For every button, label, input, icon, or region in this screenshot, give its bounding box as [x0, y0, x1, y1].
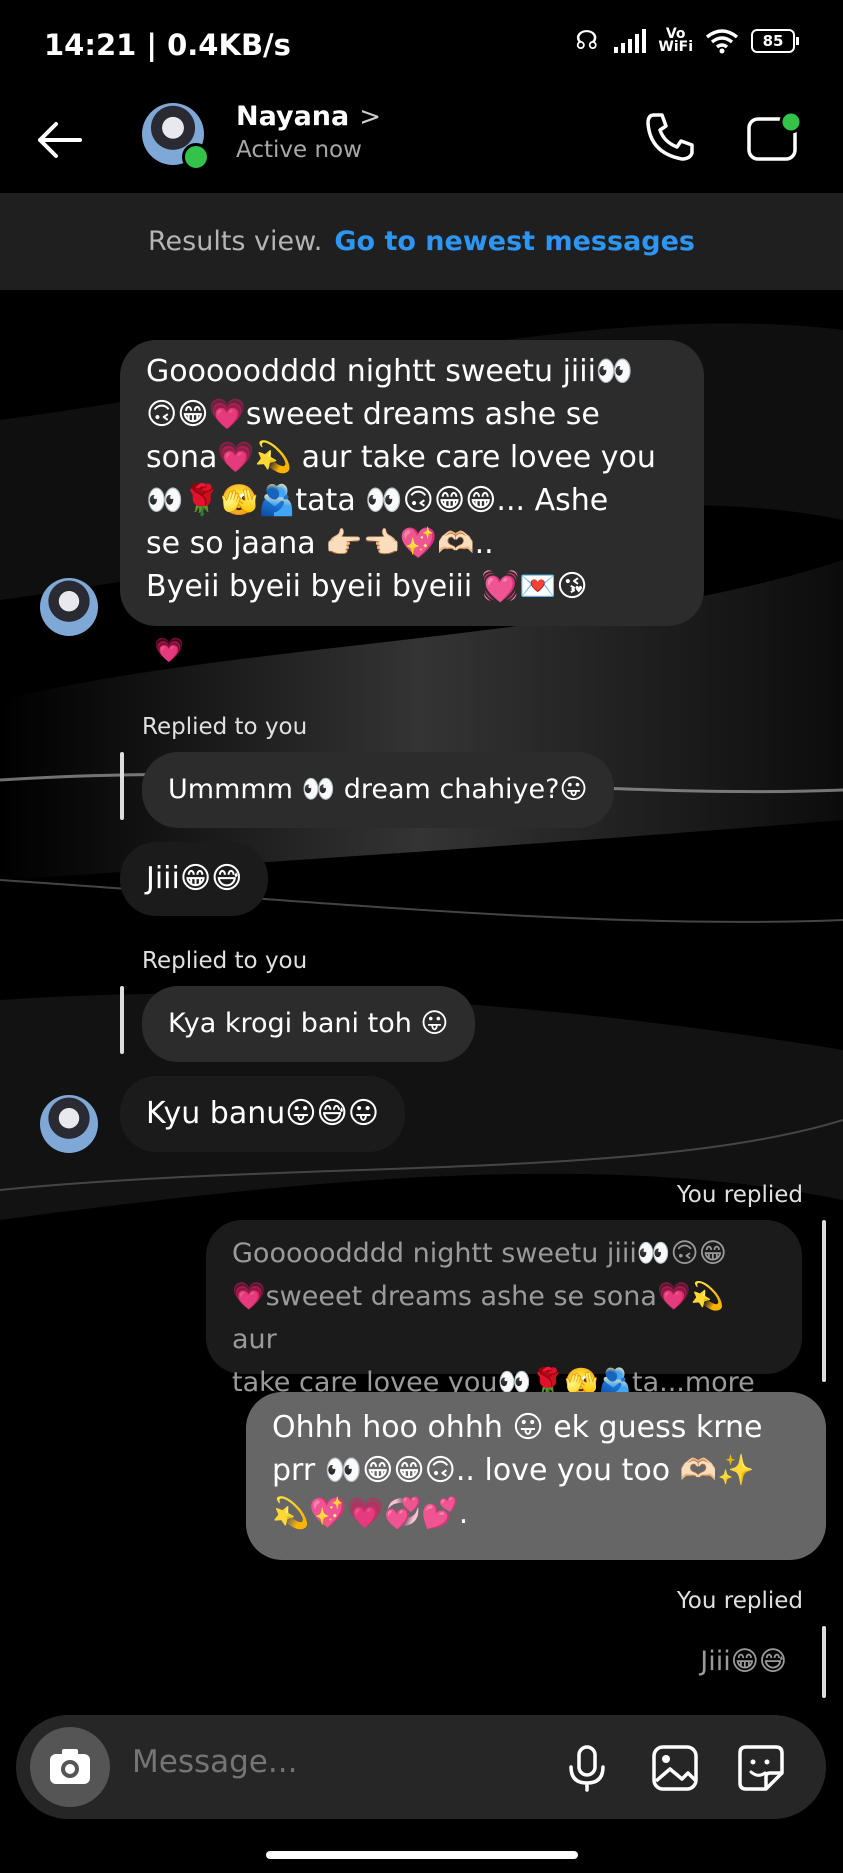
- message-input[interactable]: [130, 1743, 434, 1781]
- sender-avatar[interactable]: [40, 1095, 98, 1153]
- you-replied-label: You replied: [676, 1182, 803, 1208]
- gallery-icon[interactable]: [650, 1743, 700, 1793]
- quoted-message[interactable]: Ummmm 👀 dream chahiye?😛: [142, 752, 614, 828]
- back-arrow-icon[interactable]: [34, 115, 84, 165]
- you-replied-label: You replied: [676, 1588, 803, 1614]
- message-line: sona💗💫 aur take care lovee you: [146, 440, 656, 475]
- message-line: Byeii byeii byeii byeiii 💓💌😘: [146, 569, 588, 604]
- reply-label: Replied to you: [142, 714, 308, 740]
- headphones-icon: ☊: [575, 26, 599, 56]
- vowifi-indicator: Vo WiFi: [658, 26, 693, 55]
- message-composer: [16, 1715, 826, 1819]
- sticker-icon[interactable]: [736, 1743, 786, 1793]
- message-bubble-received[interactable]: Kyu banu😛😅😛: [120, 1076, 406, 1152]
- reply-label: Replied to you: [142, 948, 308, 974]
- camera-button[interactable]: [30, 1727, 110, 1807]
- results-view-text: Results view.: [147, 226, 323, 257]
- reply-bar: [120, 986, 124, 1054]
- chat-header: Nayana > Active now: [0, 95, 843, 193]
- signal-icon: [614, 29, 647, 53]
- message-bubble-sent[interactable]: Ohhh hoo ohhh 😛 ek guess krne prr 👀😁😁🙃..…: [246, 1392, 826, 1560]
- quoted-line: Gooooodddd nightt sweetu jiii👀🙃😁: [232, 1238, 727, 1269]
- status-icons: ☊ Vo WiFi 85: [575, 26, 799, 56]
- message-line: 👀🌹🫣🫂tata 👀🙃😁😁... Ashe: [146, 483, 609, 518]
- chevron-right-icon: >: [359, 101, 382, 132]
- video-call-icon[interactable]: [745, 109, 805, 165]
- message-line: 🙃😁💗sweeet dreams ashe se: [146, 397, 600, 432]
- quoted-line: 💗sweeet dreams ashe se sona💗💫 aur: [232, 1281, 725, 1355]
- message-line: se so jaana 👉🏻👈🏻💖🫶🏻..: [146, 526, 494, 561]
- status-bar: 14:21 | 0.4KB/s ☊ Vo WiFi 85: [0, 0, 843, 95]
- message-line: Gooooodddd nightt sweetu jiii👀: [146, 354, 634, 389]
- message-bubble-received[interactable]: Jiii😁😅: [120, 842, 269, 916]
- sender-avatar[interactable]: [40, 578, 98, 636]
- reply-bar: [822, 1220, 826, 1382]
- camera-icon: [50, 1749, 90, 1784]
- message-line: Ohhh hoo ohhh 😛 ek guess krne: [272, 1410, 763, 1445]
- message-reaction[interactable]: 💗: [154, 636, 184, 664]
- quoted-message[interactable]: Jiii😁😅: [700, 1640, 787, 1683]
- contact-name: Nayana: [236, 101, 350, 132]
- reply-bar: [822, 1626, 826, 1698]
- online-status-dot: [182, 143, 210, 171]
- quoted-message[interactable]: Gooooodddd nightt sweetu jiii👀🙃😁 💗sweeet…: [206, 1220, 802, 1398]
- status-time: 14:21 | 0.4KB/s: [44, 28, 291, 62]
- presence-status: Active now: [236, 137, 362, 163]
- battery-indicator: 85: [751, 29, 799, 53]
- reply-bar: [120, 752, 124, 820]
- results-view-banner: Results view. Go to newest messages: [0, 193, 843, 290]
- go-to-newest-link[interactable]: Go to newest messages: [334, 226, 695, 257]
- call-icon[interactable]: [642, 109, 698, 165]
- message-line: 💫💖💗💞💕.: [272, 1496, 469, 1531]
- contact-name-row[interactable]: Nayana >: [236, 101, 381, 132]
- home-indicator[interactable]: [266, 1851, 578, 1859]
- microphone-icon[interactable]: [562, 1743, 612, 1793]
- message-line: prr 👀😁😁🙃.. love you too 🫶🏻✨: [272, 1453, 755, 1488]
- wifi-icon: [705, 29, 739, 54]
- quoted-message[interactable]: Kya krogi bani toh 😛: [142, 986, 475, 1062]
- message-bubble-received[interactable]: Gooooodddd nightt sweetu jiii👀 🙃😁💗sweeet…: [120, 340, 704, 626]
